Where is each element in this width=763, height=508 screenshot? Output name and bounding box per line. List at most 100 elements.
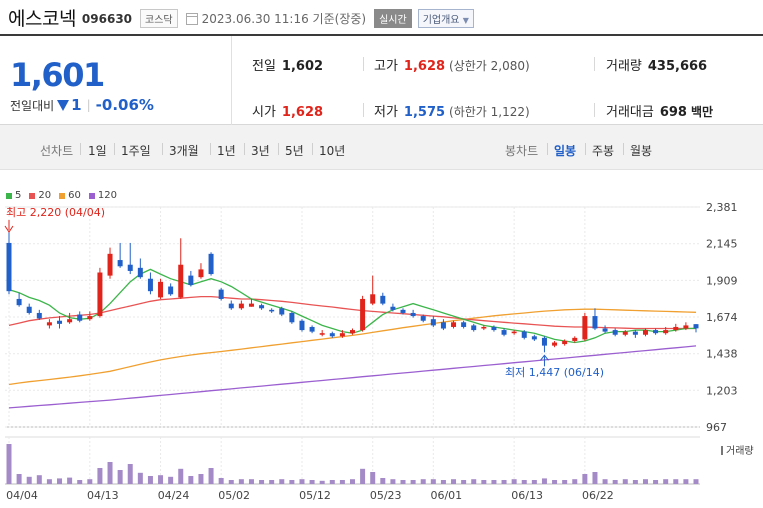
- volume-bar: [97, 468, 103, 484]
- volume-bar: [451, 479, 457, 484]
- volume-bar: [107, 462, 113, 484]
- y-tick-label: 1,909: [706, 274, 738, 287]
- x-tick-label: 05/02: [218, 489, 250, 502]
- volume-bar: [410, 480, 416, 484]
- min-annotation: 최저 1,447 (06/14): [505, 366, 604, 379]
- candle-body: [329, 333, 335, 337]
- candle-body: [552, 342, 558, 346]
- volume-bar: [36, 475, 42, 484]
- candle-body: [541, 337, 547, 346]
- volume-bar: [380, 478, 386, 484]
- candle-body: [501, 330, 507, 335]
- y-tick-label: 967: [706, 421, 727, 434]
- candle-body: [531, 336, 537, 340]
- candle-body: [653, 330, 659, 334]
- volume-bar: [269, 480, 275, 484]
- candle-body: [491, 326, 497, 331]
- candlestick-chart: 967 1,203 1,438 1,674 1,909 2,145 2,381 04/04 04…: [4, 201, 754, 502]
- candle-body: [309, 326, 315, 332]
- volume-bar: [309, 480, 315, 484]
- volume-bar: [602, 479, 608, 484]
- candle-body: [238, 303, 244, 309]
- volume-bar: [77, 480, 83, 484]
- volume-bar: [259, 480, 265, 484]
- x-tick-label: 05/23: [370, 489, 402, 502]
- volume-bar: [673, 479, 679, 484]
- candle-body: [440, 322, 446, 329]
- volume-bar: [299, 479, 305, 484]
- volume-bar: [390, 479, 396, 484]
- volume-bar: [248, 479, 254, 484]
- candle-body: [673, 326, 679, 331]
- volume-bar: [178, 468, 184, 484]
- volume-bar: [521, 480, 527, 484]
- volume-bar: [642, 479, 648, 484]
- candle-body: [208, 253, 214, 275]
- candle-body: [582, 316, 588, 340]
- candle-body: [370, 294, 376, 304]
- volume-bar: [289, 480, 295, 484]
- candle-body: [299, 320, 305, 331]
- candle-body: [26, 306, 32, 313]
- candle-body: [178, 264, 184, 298]
- candle-body: [511, 331, 517, 334]
- volume-bar: [562, 480, 568, 484]
- candle-body: [521, 331, 527, 338]
- x-tick-label: 04/04: [6, 489, 38, 502]
- candle-body: [339, 333, 345, 337]
- volume-bar: [370, 472, 376, 484]
- x-tick-label: 04/13: [87, 489, 119, 502]
- volume-bar: [208, 468, 214, 484]
- y-tick-label: 2,381: [706, 201, 738, 214]
- volume-bar: [622, 479, 628, 484]
- volume-bar: [127, 464, 133, 484]
- volume-bar: [46, 479, 52, 484]
- candle-body: [562, 340, 568, 345]
- candle-body: [683, 325, 689, 329]
- candle-body: [137, 267, 143, 278]
- volume-bar: [57, 478, 63, 484]
- volume-bar: [420, 479, 426, 484]
- volume-bar: [87, 479, 93, 484]
- candle-body: [158, 281, 164, 298]
- candle-body: [642, 330, 648, 335]
- volume-bar: [693, 479, 699, 484]
- volume-bar: [16, 474, 22, 484]
- y-tick-label: 2,145: [706, 238, 738, 251]
- candle-body: [57, 320, 63, 324]
- volume-bar: [26, 476, 32, 484]
- x-tick-label: 04/24: [158, 489, 190, 502]
- volume-bar: [511, 479, 517, 484]
- volume-bar: [137, 472, 143, 484]
- volume-bar: [683, 479, 689, 484]
- volume-bar: [319, 480, 325, 484]
- candle-body: [663, 330, 669, 334]
- volume-bar: [188, 476, 194, 484]
- candle-body: [36, 312, 42, 319]
- x-tick-label: 06/22: [582, 489, 614, 502]
- candle-body: [228, 303, 234, 309]
- volume-bar: [612, 480, 618, 484]
- candle-body: [572, 337, 578, 341]
- candle-body: [471, 325, 477, 331]
- y-tick-label: 1,674: [706, 311, 738, 324]
- volume-bar: [158, 475, 164, 484]
- volume-bar: [430, 479, 436, 484]
- candle-body: [248, 303, 254, 307]
- volume-bar: [461, 480, 467, 484]
- candle-body: [218, 289, 224, 299]
- y-tick-label: 1,203: [706, 384, 738, 397]
- candle-body: [77, 314, 83, 321]
- candle-body: [461, 322, 467, 327]
- candle-body: [117, 260, 123, 267]
- volume-bar: [501, 480, 507, 484]
- volume-bar: [572, 479, 578, 484]
- volume-legend-mark: [721, 446, 723, 455]
- candle-body: [198, 269, 204, 278]
- candle-body: [97, 272, 103, 317]
- candle-body: [390, 306, 396, 310]
- candle-body: [380, 295, 386, 304]
- volume-bar: [632, 480, 638, 484]
- candle-body: [289, 312, 295, 323]
- candle-body: [147, 278, 153, 292]
